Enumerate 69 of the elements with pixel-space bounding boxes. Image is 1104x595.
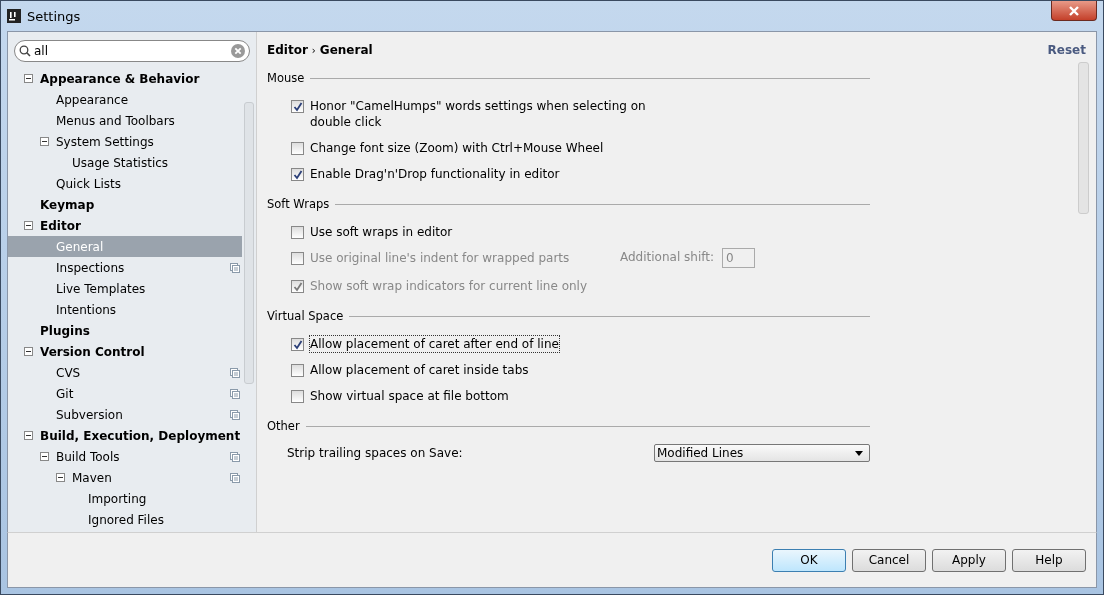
tree-item[interactable]: Menus and Toolbars xyxy=(8,110,242,131)
checkbox-label: Use soft wraps in editor xyxy=(310,224,453,240)
tree-item[interactable]: Live Templates xyxy=(8,278,242,299)
checkbox[interactable] xyxy=(291,364,304,377)
tree-item[interactable]: Build Tools xyxy=(8,446,242,467)
checkbox-label: Honor "CamelHumps" words settings when selecting on double click xyxy=(310,98,647,130)
search-field[interactable]: all xyxy=(14,40,250,62)
breadcrumb-separator: › xyxy=(311,44,316,56)
collapse-icon[interactable] xyxy=(24,221,33,230)
tree-item[interactable]: Editor xyxy=(8,215,242,236)
dropdown-label: Strip trailing spaces on Save: xyxy=(287,446,464,460)
tree-item[interactable]: Git xyxy=(8,383,242,404)
collapse-icon[interactable] xyxy=(56,473,65,482)
dialog-button[interactable]: Help xyxy=(1012,548,1086,572)
section-title: Other xyxy=(267,419,300,433)
checkbox[interactable] xyxy=(291,168,304,181)
breadcrumb-editor: Editor xyxy=(267,43,308,57)
section-title: Mouse xyxy=(267,71,305,85)
checkbox[interactable] xyxy=(291,226,304,239)
checkbox-label: Allow placement of caret after end of line xyxy=(310,336,559,352)
checkbox[interactable] xyxy=(291,338,304,351)
collapse-icon[interactable] xyxy=(24,74,33,83)
checkbox[interactable] xyxy=(291,390,304,403)
tree-item[interactable]: Plugins xyxy=(8,320,242,341)
checkbox[interactable] xyxy=(291,142,304,155)
tree-item[interactable]: Intentions xyxy=(8,299,242,320)
clear-icon[interactable] xyxy=(231,44,245,58)
collapse-icon[interactable] xyxy=(40,137,49,146)
window-title: Settings xyxy=(27,8,81,24)
checkbox-label: Change font size (Zoom) with Ctrl+Mouse Wheel xyxy=(310,140,604,156)
field-label: Additional shift: xyxy=(620,250,714,264)
checkbox-label: Show soft wrap indicators for current line only xyxy=(310,278,587,294)
tree-item[interactable]: Appearance & Behavior xyxy=(8,68,242,89)
tree-item[interactable]: Usage Statistics xyxy=(8,152,242,173)
close-icon xyxy=(1068,5,1080,16)
checkbox-label: Enable Drag'n'Drop functionality in editor xyxy=(310,166,560,182)
breadcrumb-general: General xyxy=(319,43,373,57)
close-button[interactable] xyxy=(1051,1,1097,21)
reset-link[interactable]: Reset xyxy=(1047,43,1086,57)
tree-item[interactable]: Importing xyxy=(8,488,242,509)
dialog-button[interactable]: Apply xyxy=(932,548,1006,572)
tree-item[interactable]: Keymap xyxy=(8,194,242,215)
dialog-button[interactable]: Cancel xyxy=(852,548,926,572)
section-title: Soft Wraps xyxy=(267,197,330,211)
tree-item[interactable]: Ignored Files xyxy=(8,509,242,530)
collapse-icon[interactable] xyxy=(40,452,49,461)
tree-item[interactable]: CVS xyxy=(8,362,242,383)
strip-spaces-dropdown[interactable]: Modified Lines xyxy=(654,444,870,462)
dialog-button[interactable]: OK xyxy=(772,548,846,572)
tree-item[interactable]: Inspections xyxy=(8,257,242,278)
tree-item[interactable]: System Settings xyxy=(8,131,242,152)
tree-item[interactable]: Version Control xyxy=(8,341,242,362)
tree-item[interactable]: Quick Lists xyxy=(8,173,242,194)
checkbox-label: Allow placement of caret inside tabs xyxy=(310,362,529,378)
checkbox-label: Use original line's indent for wrapped parts xyxy=(310,250,571,266)
app-logo-icon xyxy=(7,9,21,23)
search-icon xyxy=(19,45,31,57)
tree-item[interactable]: Maven xyxy=(8,467,242,488)
collapse-icon[interactable] xyxy=(24,347,33,356)
tree-item[interactable]: Subversion xyxy=(8,404,242,425)
caret-icon xyxy=(855,450,863,456)
scrollbar-track[interactable] xyxy=(244,102,254,384)
tree-item[interactable]: Build, Execution, Deployment xyxy=(8,425,242,446)
checkbox-label: Show virtual space at file bottom xyxy=(310,388,509,404)
tree-item[interactable]: Appearance xyxy=(8,89,242,110)
checkbox[interactable] xyxy=(291,100,304,113)
section-title: Virtual Space xyxy=(267,309,344,323)
scrollbar-thumb[interactable] xyxy=(1078,62,1089,214)
collapse-icon[interactable] xyxy=(24,431,33,440)
